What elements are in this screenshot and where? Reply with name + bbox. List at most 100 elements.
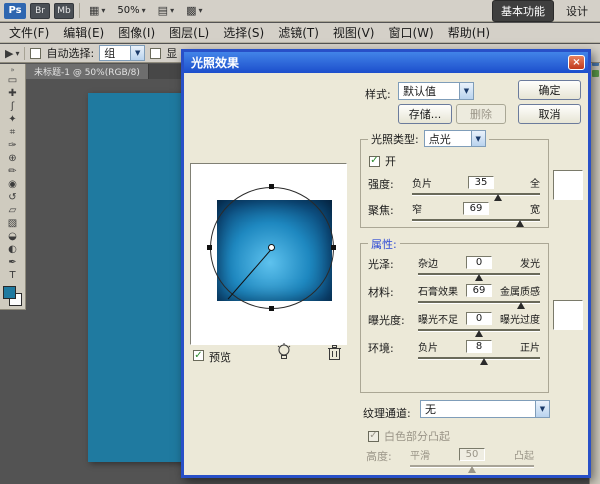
dropdown-button: ▼ xyxy=(471,131,485,146)
menu-item-8[interactable]: 帮助(H) xyxy=(441,22,497,43)
menu-item-7[interactable]: 窗口(W) xyxy=(381,22,440,43)
height-min-label: 平滑 xyxy=(410,447,430,462)
height-slider xyxy=(410,463,534,473)
auto-select-scope-dropdown[interactable]: 组 ▼ xyxy=(99,45,145,61)
gloss-value[interactable]: 0 xyxy=(466,256,492,269)
layers-panel-icon[interactable] xyxy=(592,70,599,77)
chevron-down-icon: ▾ xyxy=(170,6,174,15)
ok-button[interactable]: 确定 xyxy=(518,80,581,100)
eraser-tool[interactable]: ▱ xyxy=(0,204,25,217)
healing-brush-tool[interactable]: ⊕ xyxy=(0,152,25,165)
view-extras-button[interactable]: ▦ ▾ xyxy=(85,3,109,18)
focus-slider-thumb[interactable] xyxy=(516,220,524,227)
intensity-slider-thumb[interactable] xyxy=(494,194,502,201)
crop-tool[interactable]: ⌗ xyxy=(0,126,25,139)
exposure-value[interactable]: 0 xyxy=(466,312,492,325)
screen-mode-icon: ▩ xyxy=(186,4,196,17)
tool-preset-picker[interactable]: ▶ ▾ xyxy=(5,47,19,60)
save-style-button[interactable]: 存储... xyxy=(398,104,452,124)
clone-stamp-tool[interactable]: ◉ xyxy=(0,178,25,191)
move-tool[interactable]: ✚ xyxy=(0,87,25,100)
ambience-slider-thumb[interactable] xyxy=(480,358,488,365)
bridge-icon[interactable]: Br xyxy=(30,3,50,19)
intensity-label: 强度: xyxy=(368,176,412,201)
light-handle-bottom[interactable] xyxy=(269,306,274,311)
zoom-level-button[interactable]: 50% ▾ xyxy=(113,4,149,17)
exposure-slider-thumb[interactable] xyxy=(475,330,483,337)
dodge-tool[interactable]: ◐ xyxy=(0,243,25,256)
gradient-tool[interactable]: ▧ xyxy=(0,217,25,230)
foreground-color-swatch[interactable] xyxy=(3,286,16,299)
intensity-slider[interactable] xyxy=(412,191,540,201)
light-handle-right[interactable] xyxy=(331,245,336,250)
white-is-high-checkbox: ✓ xyxy=(368,431,379,442)
menu-item-0[interactable]: 文件(F) xyxy=(2,22,56,43)
lasso-tool[interactable]: ʃ xyxy=(0,100,25,113)
arrange-documents-button[interactable]: ▤ ▾ xyxy=(154,3,178,18)
menu-item-2[interactable]: 图像(I) xyxy=(111,22,162,43)
material-slider[interactable] xyxy=(418,299,540,309)
type-tool[interactable]: T xyxy=(0,269,25,282)
light-on-checkbox[interactable]: ✓ xyxy=(369,156,380,167)
focus-slider-row: 聚焦: 窄 69 宽 xyxy=(368,202,540,227)
workspace-basic-button[interactable]: 基本功能 xyxy=(492,0,554,22)
light-handle-left[interactable] xyxy=(207,245,212,250)
properties-label: 属性: xyxy=(368,236,400,252)
rectangular-marquee-tool[interactable]: ▭ xyxy=(0,74,25,87)
toolbox-collapse-button[interactable]: » xyxy=(0,66,25,74)
chevron-down-icon: ▾ xyxy=(15,49,19,58)
menu-item-3[interactable]: 图层(L) xyxy=(162,22,216,43)
cancel-button[interactable]: 取消 xyxy=(518,104,581,124)
ambience-value[interactable]: 8 xyxy=(466,340,492,353)
ambience-slider[interactable] xyxy=(418,355,540,365)
add-light-bulb-icon[interactable] xyxy=(276,343,292,365)
brush-tool[interactable]: ✏ xyxy=(0,165,25,178)
mini-bridge-icon[interactable]: Mb xyxy=(54,3,74,19)
document-tab[interactable]: 未标题-1 @ 50%(RGB/8) xyxy=(26,64,149,79)
delete-light-trash-icon[interactable] xyxy=(327,344,342,364)
texture-channel-dropdown[interactable]: 无 ▼ xyxy=(420,400,550,418)
properties-group: 属性: 光泽: 杂边 0 发光 材料: 石膏效果 69 金属质感 xyxy=(360,243,549,393)
ambient-color-swatch[interactable] xyxy=(553,300,583,330)
menu-item-5[interactable]: 滤镜(T) xyxy=(271,22,326,43)
eyedropper-tool[interactable]: ✑ xyxy=(0,139,25,152)
dropdown-button: ▼ xyxy=(459,83,473,99)
light-color-swatch[interactable] xyxy=(553,170,583,200)
preview-area[interactable] xyxy=(190,163,347,345)
menu-item-6[interactable]: 视图(V) xyxy=(326,22,382,43)
menu-item-1[interactable]: 编辑(E) xyxy=(56,22,111,43)
intensity-slider-row: 强度: 负片 35 全 xyxy=(368,176,540,201)
material-value[interactable]: 69 xyxy=(466,284,492,297)
show-transform-checkbox[interactable] xyxy=(150,48,161,59)
focus-slider[interactable] xyxy=(412,217,540,227)
light-type-dropdown[interactable]: 点光 ▼ xyxy=(424,130,486,147)
light-center-handle[interactable] xyxy=(268,244,275,251)
gloss-slider[interactable] xyxy=(418,271,540,281)
color-swatches xyxy=(0,284,25,310)
screen-mode-button[interactable]: ▩ ▾ xyxy=(182,3,206,18)
toolbar-separator xyxy=(79,3,80,18)
move-tool-icon: ▶ xyxy=(5,47,13,60)
auto-select-checkbox[interactable] xyxy=(30,48,41,59)
intensity-value[interactable]: 35 xyxy=(468,176,494,189)
dialog-titlebar[interactable]: 光照效果 × xyxy=(184,52,588,73)
close-icon[interactable]: × xyxy=(568,55,585,70)
magic-wand-tool[interactable]: ✦ xyxy=(0,113,25,126)
style-label: 样式: xyxy=(365,86,391,102)
history-brush-tool[interactable]: ↺ xyxy=(0,191,25,204)
material-slider-thumb[interactable] xyxy=(517,302,525,309)
blur-tool[interactable]: ◒ xyxy=(0,230,25,243)
style-dropdown[interactable]: 默认值 ▼ xyxy=(398,82,474,100)
gloss-slider-thumb[interactable] xyxy=(475,274,483,281)
view-extras-icon: ▦ xyxy=(89,4,99,17)
workspace-design-button[interactable]: 设计 xyxy=(558,1,596,21)
check-icon: ✓ xyxy=(194,351,202,361)
menu-item-4[interactable]: 选择(S) xyxy=(216,22,271,43)
preview-checkbox[interactable]: ✓ xyxy=(193,350,204,361)
focus-value[interactable]: 69 xyxy=(463,202,489,215)
exposure-slider[interactable] xyxy=(418,327,540,337)
light-type-group: 光照类型: 点光 ▼ ✓ 开 强度: 负片 35 全 xyxy=(360,139,549,228)
light-handle-top[interactable] xyxy=(269,184,274,189)
pen-tool[interactable]: ✒ xyxy=(0,256,25,269)
exposure-label: 曝光度: xyxy=(368,312,418,337)
